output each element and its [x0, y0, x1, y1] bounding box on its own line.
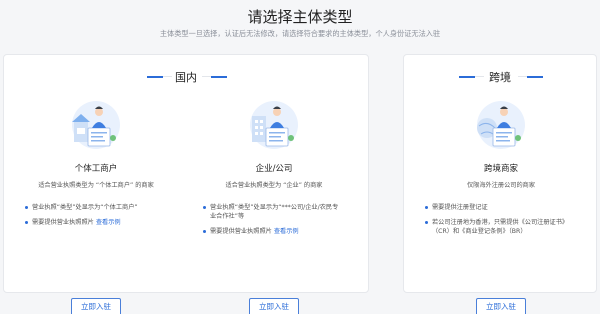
cross-border-section-label: 跨境 — [489, 71, 511, 84]
bullet-icon — [203, 206, 206, 209]
cross-border-icon — [477, 101, 525, 149]
bullet-icon — [203, 230, 206, 233]
join-now-button[interactable]: 立即入驻 — [71, 298, 121, 314]
card-title: 个体工商户 — [74, 164, 118, 174]
bullet-icon — [25, 206, 28, 209]
card-description: 仅限海外注册公司的商家 — [466, 182, 536, 189]
enterprise-icon — [250, 101, 298, 149]
list-item: 需要提供营业执照照片 查看示例 — [202, 227, 350, 236]
list-item: 需要提供营业执照照片 查看示例 — [24, 218, 176, 227]
list-item: 若公司注册地为香港，只需提供《公司注册证书》（CR）和《商业登记条例》（BR） — [424, 218, 574, 236]
bullet-icon — [425, 206, 428, 209]
card-description: 适合营业执照类型为 “个体工商户” 的商家 — [38, 182, 154, 189]
join-now-button[interactable]: 立即入驻 — [249, 298, 299, 314]
card-title: 跨境商家 — [483, 164, 518, 174]
join-now-button[interactable]: 立即入驻 — [476, 298, 526, 314]
bullet-icon — [25, 221, 28, 224]
domestic-panel: 国内 个体工商户 适合营业执照类型为 “个体工商户” 的商家 营业执照“类型”处… — [3, 54, 369, 314]
page-title: 请选择主体类型 — [247, 8, 353, 26]
requirements-list: 营业执照“类型”处显示为“***公司/企业/农民专业合作社”等 需要提供营业执照… — [194, 203, 354, 242]
requirements-list: 需要提供注册登记证 若公司注册地为香港，只需提供《公司注册证书》（CR）和《商业… — [414, 203, 588, 242]
cross-border-panel: 跨境 跨境商家 仅限海外注册公司的商家 需要提供注册登记证 若公司注册地为香港，… — [403, 54, 597, 314]
view-example-link[interactable]: 查看示例 — [96, 219, 121, 226]
domestic-section-header: 国内 — [4, 66, 368, 86]
requirements-list: 营业执照“类型”处显示为“个体工商户” 需要提供营业执照照片 查看示例 — [16, 203, 176, 233]
list-item: 营业执照“类型”处显示为“个体工商户” — [24, 203, 176, 212]
view-example-link[interactable]: 查看示例 — [274, 228, 299, 235]
card-title: 企业/公司 — [255, 164, 293, 174]
card-description: 适合营业执照类型为 “企业” 的商家 — [225, 182, 323, 189]
individual-business-icon — [72, 101, 120, 149]
card-cross-border: 跨境商家 仅限海外注册公司的商家 需要提供注册登记证 若公司注册地为香港，只需提… — [414, 95, 588, 314]
bullet-icon — [425, 221, 428, 224]
page-subtitle: 主体类型一旦选择，认证后无法修改，请选择符合要求的主体类型，个人身份证无法入驻 — [159, 29, 441, 38]
domestic-section-label: 国内 — [175, 71, 197, 84]
list-item: 营业执照“类型”处显示为“***公司/企业/农民专业合作社”等 — [202, 203, 342, 221]
card-enterprise: 企业/公司 适合营业执照类型为 “企业” 的商家 营业执照“类型”处显示为“**… — [194, 95, 354, 314]
list-item: 需要提供注册登记证 — [424, 203, 582, 212]
card-individual-business: 个体工商户 适合营业执照类型为 “个体工商户” 的商家 营业执照“类型”处显示为… — [16, 95, 176, 314]
cross-border-section-header: 跨境 — [404, 66, 596, 86]
